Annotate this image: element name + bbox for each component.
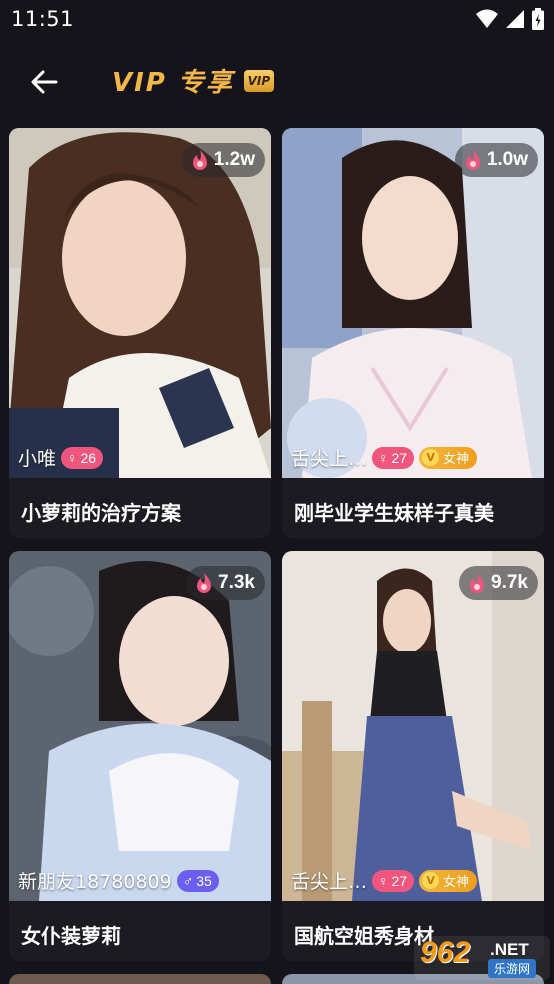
- goddess-label: 女神: [443, 875, 470, 890]
- video-title: 女仆装萝莉: [21, 924, 121, 948]
- video-grid: 1.2w 小唯 ♀ 26 小萝莉的治疗方案 1.0w 舌尖上… ♀ 27 V 女…: [0, 0, 554, 984]
- v-crown-icon: V: [422, 872, 440, 889]
- author-name: 新朋友18780809: [18, 871, 172, 893]
- video-thumbnail: [282, 551, 544, 901]
- age-value: 26: [80, 449, 97, 466]
- age-badge: ♀ 27: [372, 869, 415, 892]
- goddess-badge: V 女神: [419, 446, 478, 469]
- video-thumbnail: [9, 128, 271, 478]
- video-title: 国航空姐秀身材: [294, 924, 434, 948]
- fire-icon: [470, 573, 485, 593]
- female-icon: ♀: [378, 449, 389, 466]
- views-count: 7.3k: [218, 572, 255, 593]
- video-card[interactable]: 1.2w 小唯 ♀ 26 小萝莉的治疗方案: [9, 128, 271, 538]
- fire-icon: [197, 573, 212, 593]
- watermark-number: 962: [420, 936, 471, 969]
- watermark-logo: 962 .NET 乐游网: [414, 936, 550, 980]
- age-value: 27: [391, 449, 408, 466]
- author-name: 小唯: [18, 448, 57, 470]
- video-card[interactable]: 1.0w 舌尖上… ♀ 27 V 女神 刚毕业学生妹样子真美: [282, 128, 544, 538]
- author-name: 舌尖上…: [291, 448, 368, 470]
- watermark-sub: 乐游网: [488, 959, 537, 978]
- video-thumbnail: [282, 128, 544, 478]
- female-icon: ♀: [67, 449, 78, 466]
- fire-icon: [192, 150, 207, 170]
- views-pill: 1.2w: [181, 143, 265, 177]
- views-pill: 7.3k: [186, 566, 265, 600]
- author-row: 舌尖上… ♀ 27 V 女神: [291, 867, 478, 894]
- male-icon: ♂: [182, 872, 194, 889]
- goddess-label: 女神: [443, 452, 470, 467]
- author-row: 舌尖上… ♀ 27 V 女神: [291, 444, 478, 471]
- age-badge: ♂ 35: [176, 869, 219, 892]
- author-row: 小唯 ♀ 26: [18, 444, 104, 471]
- watermark-net: .NET: [490, 940, 529, 959]
- views-count: 1.2w: [213, 149, 255, 170]
- views-count: 1.0w: [486, 149, 528, 170]
- fire-icon: [465, 150, 480, 170]
- v-crown-icon: V: [422, 449, 440, 466]
- female-icon: ♀: [378, 872, 389, 889]
- goddess-badge: V 女神: [419, 869, 478, 892]
- views-count: 9.7k: [491, 572, 528, 593]
- video-thumbnail: [9, 551, 271, 901]
- video-title: 刚毕业学生妹样子真美: [294, 501, 494, 525]
- age-badge: ♀ 27: [372, 446, 415, 469]
- next-card-peek[interactable]: [9, 974, 271, 984]
- video-card[interactable]: 7.3k 新朋友18780809 ♂ 35 女仆装萝莉: [9, 551, 271, 961]
- video-title: 小萝莉的治疗方案: [21, 501, 181, 525]
- video-card[interactable]: 9.7k 舌尖上… ♀ 27 V 女神 国航空姐秀身材: [282, 551, 544, 961]
- views-pill: 9.7k: [459, 566, 538, 600]
- age-value: 35: [196, 872, 212, 889]
- age-value: 27: [391, 872, 408, 889]
- views-pill: 1.0w: [454, 143, 538, 177]
- age-badge: ♀ 26: [61, 446, 104, 469]
- author-row: 新朋友18780809 ♂ 35: [18, 867, 219, 894]
- author-name: 舌尖上…: [291, 871, 368, 893]
